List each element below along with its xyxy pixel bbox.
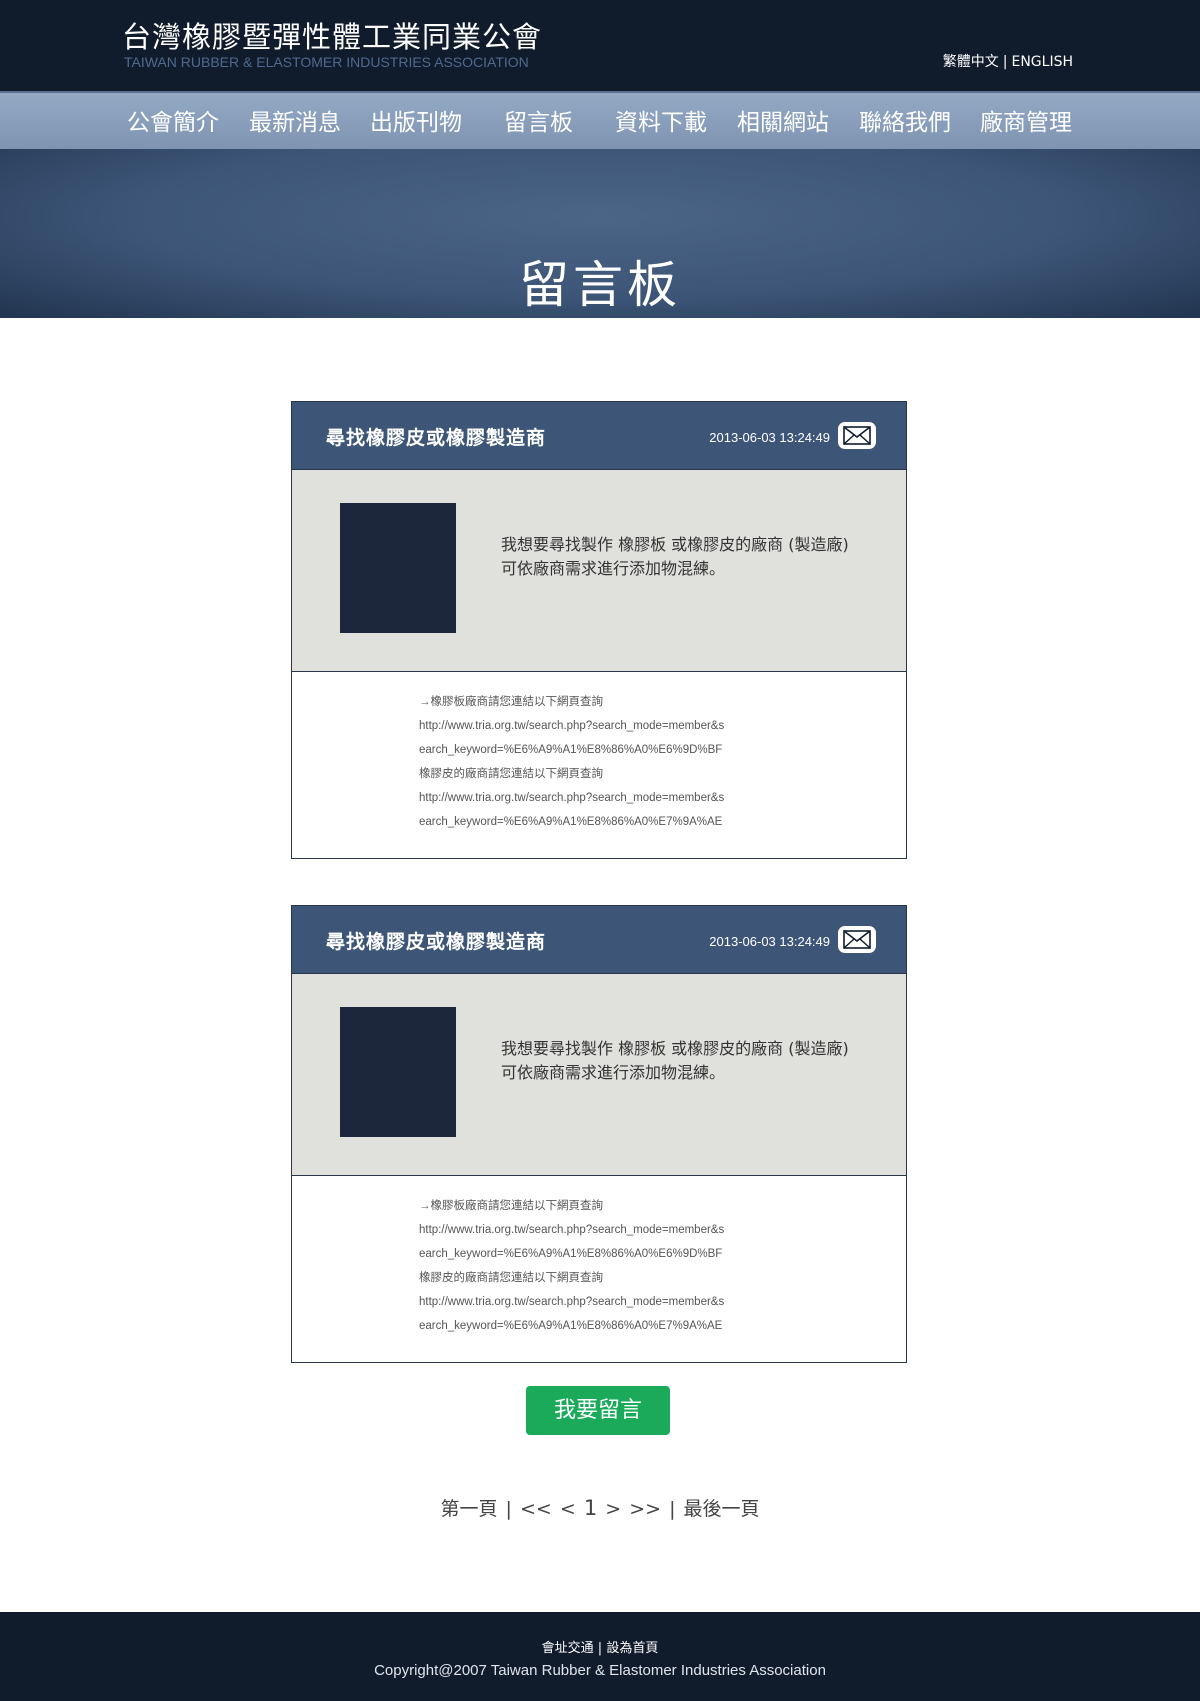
next-block-link[interactable]: >>: [629, 1498, 661, 1520]
site-subtitle: TAIWAN RUBBER & ELASTOMER INDUSTRIES ASS…: [124, 54, 529, 70]
avatar: [340, 1007, 456, 1137]
first-page-link[interactable]: 第一頁: [440, 1498, 497, 1520]
nav-item-vendor-admin[interactable]: 廠商管理: [980, 103, 1072, 137]
page-title: 留言板: [519, 256, 681, 314]
leave-message-button[interactable]: 我要留言: [526, 1386, 670, 1435]
post-body: 我想要尋找製作 橡膠板 或橡膠皮的廠商 (製造廠) 可依廠商需求進行添加物混練。: [292, 974, 906, 1176]
pager-separator: |: [505, 1498, 512, 1520]
reply-link[interactable]: http://www.tria.org.tw/search.php?search…: [419, 786, 779, 810]
lang-zh-link[interactable]: 繁體中文: [943, 54, 999, 70]
envelope-icon-graphic: [843, 930, 871, 949]
envelope-icon-graphic: [843, 426, 871, 445]
hero-banner: 留言板: [0, 149, 1200, 318]
reply-line: →橡膠板廠商請您連結以下網頁查詢: [419, 1200, 603, 1212]
reply-text: →橡膠板廠商請您連結以下網頁查詢 http://www.tria.org.tw/…: [419, 1194, 779, 1338]
post-body: 我想要尋找製作 橡膠板 或橡膠皮的廠商 (製造廠) 可依廠商需求進行添加物混練。: [292, 470, 906, 672]
prev-block-link[interactable]: <<: [520, 1498, 552, 1520]
reply-link[interactable]: earch_keyword=%E6%A9%A1%E8%86%A0%E6%9D%B…: [419, 1242, 779, 1266]
next-page-link[interactable]: >: [605, 1498, 621, 1520]
reply-link[interactable]: http://www.tria.org.tw/search.php?search…: [419, 1290, 779, 1314]
post-content: 我想要尋找製作 橡膠板 或橡膠皮的廠商 (製造廠) 可依廠商需求進行添加物混練。: [501, 1037, 861, 1085]
nav-item-about[interactable]: 公會簡介: [127, 103, 219, 137]
prev-page-link[interactable]: <: [560, 1498, 576, 1520]
site-title[interactable]: 台灣橡膠暨彈性體工業同業公會: [122, 14, 542, 56]
site-footer: 會址交通 | 設為首頁 Copyright@2007 Taiwan Rubber…: [0, 1612, 1200, 1701]
post-date: 2013-06-03 13:24:49: [709, 934, 830, 949]
post-header: 尋找橡膠皮或橡膠製造商 2013-06-03 13:24:49: [292, 402, 906, 470]
nav-item-links[interactable]: 相關網站: [737, 103, 829, 137]
last-page-link[interactable]: 最後一頁: [684, 1498, 760, 1520]
nav-item-publications[interactable]: 出版刊物: [370, 103, 462, 137]
reply-link[interactable]: earch_keyword=%E6%A9%A1%E8%86%A0%E7%9A%A…: [419, 1314, 779, 1338]
reply-line: →橡膠板廠商請您連結以下網頁查詢: [419, 696, 603, 708]
footer-links: 會址交通 | 設為首頁: [0, 1637, 1200, 1656]
lang-separator: |: [1002, 54, 1008, 70]
post-content-line: 我想要尋找製作 橡膠板 或橡膠皮的廠商 (製造廠): [501, 1039, 849, 1058]
reply-text: →橡膠板廠商請您連結以下網頁查詢 http://www.tria.org.tw/…: [419, 690, 779, 834]
nav-item-news[interactable]: 最新消息: [249, 103, 341, 137]
post-title: 尋找橡膠皮或橡膠製造商: [326, 427, 547, 449]
current-page[interactable]: 1: [584, 1496, 597, 1520]
reply-link[interactable]: http://www.tria.org.tw/search.php?search…: [419, 714, 779, 738]
post-content-line: 可依廠商需求進行添加物混練。: [501, 559, 726, 578]
post-reply: →橡膠板廠商請您連結以下網頁查詢 http://www.tria.org.tw/…: [292, 672, 906, 858]
post-header: 尋找橡膠皮或橡膠製造商 2013-06-03 13:24:49: [292, 906, 906, 974]
reply-link[interactable]: http://www.tria.org.tw/search.php?search…: [419, 1218, 779, 1242]
post-title: 尋找橡膠皮或橡膠製造商: [326, 931, 547, 953]
main-nav: 公會簡介 最新消息 出版刊物 留言板 資料下載 相關網站 聯絡我們 廠商管理: [0, 91, 1200, 149]
copyright: Copyright@2007 Taiwan Rubber & Elastomer…: [374, 1662, 826, 1679]
pager-separator: |: [669, 1498, 676, 1520]
reply-line: 橡膠皮的廠商請您連結以下網頁查詢: [419, 1272, 603, 1284]
footer-separator: |: [597, 1641, 603, 1656]
pagination: 第一頁 | << < 1 > >> | 最後一頁: [0, 1494, 1200, 1521]
message-post: 尋找橡膠皮或橡膠製造商 2013-06-03 13:24:49 我想要尋找製作 …: [291, 905, 907, 1363]
language-switcher: 繁體中文 | ENGLISH: [943, 51, 1073, 71]
post-date: 2013-06-03 13:24:49: [709, 430, 830, 445]
envelope-icon[interactable]: [838, 926, 876, 953]
reply-link[interactable]: earch_keyword=%E6%A9%A1%E8%86%A0%E7%9A%A…: [419, 810, 779, 834]
reply-line: 橡膠皮的廠商請您連結以下網頁查詢: [419, 768, 603, 780]
nav-item-downloads[interactable]: 資料下載: [615, 103, 707, 137]
message-post: 尋找橡膠皮或橡膠製造商 2013-06-03 13:24:49 我想要尋找製作 …: [291, 401, 907, 859]
avatar: [340, 503, 456, 633]
post-content: 我想要尋找製作 橡膠板 或橡膠皮的廠商 (製造廠) 可依廠商需求進行添加物混練。: [501, 533, 861, 581]
post-content-line: 我想要尋找製作 橡膠板 或橡膠皮的廠商 (製造廠): [501, 535, 849, 554]
post-content-line: 可依廠商需求進行添加物混練。: [501, 1063, 726, 1082]
traffic-link[interactable]: 會址交通: [542, 1641, 594, 1656]
post-reply: →橡膠板廠商請您連結以下網頁查詢 http://www.tria.org.tw/…: [292, 1176, 906, 1362]
set-home-link[interactable]: 設為首頁: [606, 1641, 658, 1656]
reply-link[interactable]: earch_keyword=%E6%A9%A1%E8%86%A0%E6%9D%B…: [419, 738, 779, 762]
lang-en-link[interactable]: ENGLISH: [1011, 54, 1073, 70]
site-header: 台灣橡膠暨彈性體工業同業公會 TAIWAN RUBBER & ELASTOMER…: [0, 0, 1200, 91]
nav-item-message-board[interactable]: 留言板: [504, 103, 573, 137]
nav-item-contact[interactable]: 聯絡我們: [859, 103, 951, 137]
envelope-icon[interactable]: [838, 422, 876, 449]
